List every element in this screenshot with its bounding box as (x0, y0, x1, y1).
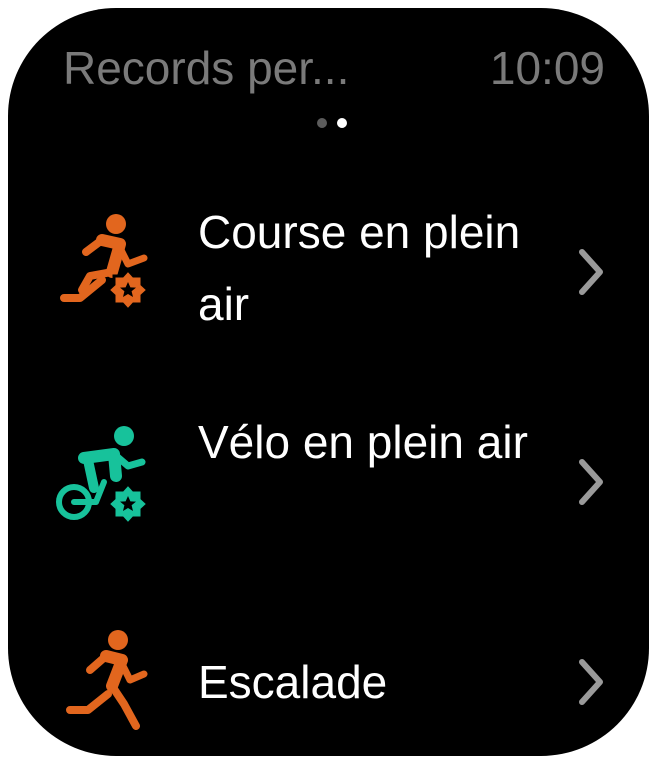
list-item-climbing[interactable]: Escalade (8, 616, 649, 756)
screen-title: Records per... (63, 42, 350, 94)
chevron-right-icon (579, 249, 603, 295)
watch-screen: Records per... 10:09 Course en plein air… (8, 8, 649, 756)
list-item-outdoor-cycling[interactable]: Vélo en plein air (8, 406, 649, 556)
list-item-label: Escalade (198, 656, 388, 708)
clock: 10:09 (489, 42, 605, 94)
chevron-right-icon (579, 659, 603, 705)
climbing-run-icon (66, 630, 148, 730)
status-bar: Records per... 10:09 (8, 38, 649, 98)
page-dot-1 (317, 118, 327, 128)
page-indicator (317, 117, 347, 129)
outdoor-cycling-record-icon (56, 426, 148, 527)
list-item-label: Vélo en plein air (198, 416, 528, 468)
list-item-label: Course en plein air (198, 206, 521, 330)
outdoor-run-record-icon (60, 214, 148, 313)
list-item-outdoor-run[interactable]: Course en plein air (8, 196, 649, 346)
page-dot-2 (337, 118, 347, 128)
chevron-right-icon (579, 459, 603, 505)
